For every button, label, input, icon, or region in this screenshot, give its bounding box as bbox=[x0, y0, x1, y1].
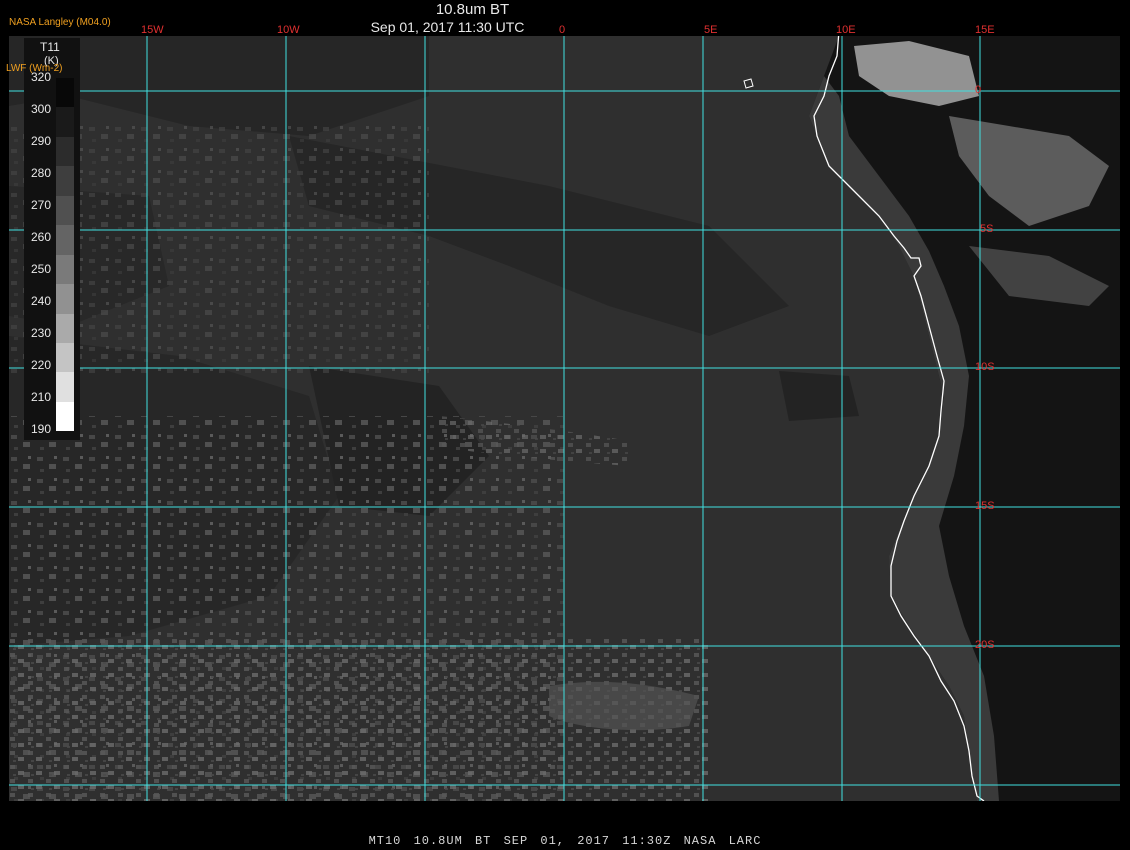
legend-color-swatch bbox=[56, 166, 74, 196]
legend-tick-label: 230 bbox=[30, 326, 51, 340]
legend-tick-label: 250 bbox=[30, 262, 51, 276]
footer-caption: MT10 10.8UM BT SEP 01, 2017 11:30Z NASA … bbox=[368, 834, 762, 848]
org-label: NASA Langley (M04.0) bbox=[9, 17, 111, 28]
legend-color-swatch bbox=[56, 225, 74, 255]
legend-tick-label: 270 bbox=[30, 198, 51, 212]
lon-label-10e: 10E bbox=[836, 24, 856, 36]
legend-tick-label: 280 bbox=[30, 166, 51, 180]
lon-label-10w: 10W bbox=[277, 24, 300, 36]
legend-color-swatch bbox=[56, 254, 74, 285]
temperature-legend: T11 (K) 320 300 290 280 270 260 250 240 230 220 21… bbox=[24, 38, 80, 440]
legend-color-swatch bbox=[56, 107, 74, 137]
lon-label-15e: 15E bbox=[975, 24, 995, 36]
legend-color-swatch bbox=[56, 372, 74, 402]
legend-color-swatch bbox=[56, 342, 74, 373]
legend-tick-label: 210 bbox=[30, 390, 51, 404]
legend-color-swatch bbox=[56, 78, 74, 108]
lon-label-15w: 15W bbox=[141, 24, 164, 36]
legend-color-swatch bbox=[56, 401, 74, 432]
lat-label-5s: 5S bbox=[980, 223, 994, 235]
legend-color-swatch bbox=[56, 195, 74, 226]
lwf-label: LWF (Wm-2) bbox=[6, 63, 63, 74]
map-timestamp: Sep 01, 2017 11:30 UTC bbox=[370, 19, 525, 35]
lat-label-15s: 15S bbox=[975, 500, 995, 512]
lat-label-20s: 20S bbox=[975, 639, 995, 651]
lon-label-0: 0 bbox=[559, 24, 566, 36]
map-title: 10.8um BT bbox=[435, 1, 510, 18]
legend-tick-label: 220 bbox=[30, 358, 51, 372]
lat-label-10s: 10S bbox=[975, 361, 995, 373]
legend-color-swatch bbox=[56, 136, 74, 167]
lat-label-0: 0 bbox=[975, 84, 982, 96]
legend-color-swatch bbox=[56, 284, 74, 314]
legend-tick-label: 290 bbox=[30, 134, 51, 148]
legend-tick-label: 260 bbox=[30, 230, 51, 244]
satellite-map[interactable] bbox=[9, 36, 1120, 801]
legend-tick-label: 190 bbox=[30, 422, 51, 436]
lon-label-5e: 5E bbox=[704, 24, 718, 36]
dark-ocean-patch bbox=[779, 371, 859, 421]
legend-tick-label: 300 bbox=[30, 102, 51, 116]
legend-tick-label: 240 bbox=[30, 294, 51, 308]
legend-variable: T11 bbox=[40, 40, 60, 54]
legend-color-swatch bbox=[56, 313, 74, 343]
